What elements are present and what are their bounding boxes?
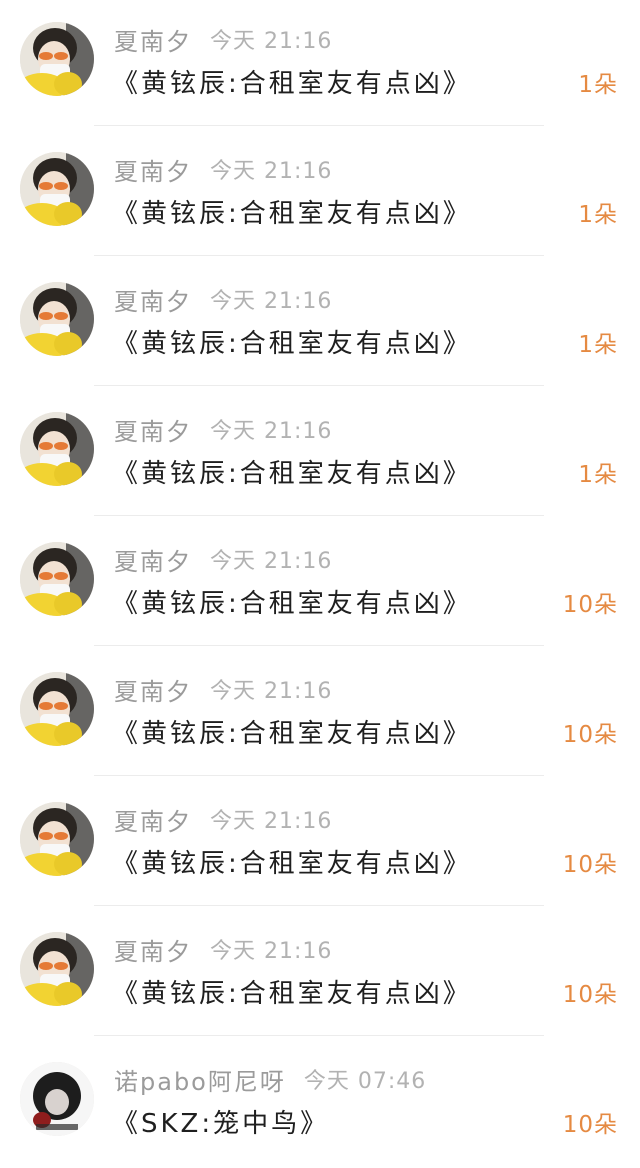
flower-count: 1朵 <box>578 72 618 98</box>
item-meta: 夏南夕 今天 21:16 <box>114 672 332 706</box>
avatar[interactable] <box>20 412 94 486</box>
list-item[interactable]: 夏南夕 今天 21:16 《黄铉辰:合租室友有点凶》 1朵 <box>0 0 640 130</box>
avatar[interactable] <box>20 152 94 226</box>
list-item[interactable]: 夏南夕 今天 21:16 《黄铉辰:合租室友有点凶》 1朵 <box>0 260 640 390</box>
reward-list: 夏南夕 今天 21:16 《黄铉辰:合租室友有点凶》 1朵 夏南夕 今天 21:… <box>0 0 640 1168</box>
username[interactable]: 夏南夕 <box>114 152 192 187</box>
book-title[interactable]: 《黄铉辰:合租室友有点凶》 <box>112 584 472 624</box>
list-item[interactable]: 夏南夕 今天 21:16 《黄铉辰:合租室友有点凶》 10朵 <box>0 780 640 910</box>
username[interactable]: 夏南夕 <box>114 802 192 837</box>
avatar[interactable] <box>20 672 94 746</box>
timestamp: 今天 07:46 <box>303 1069 427 1094</box>
avatar[interactable] <box>20 932 94 1006</box>
username[interactable]: 夏南夕 <box>114 672 192 707</box>
username[interactable]: 夏南夕 <box>114 412 192 447</box>
avatar[interactable] <box>20 802 94 876</box>
book-title[interactable]: 《黄铉辰:合租室友有点凶》 <box>112 454 472 494</box>
timestamp: 今天 21:16 <box>210 939 333 964</box>
book-title[interactable]: 《黄铉辰:合租室友有点凶》 <box>112 844 472 884</box>
avatar[interactable] <box>20 542 94 616</box>
item-meta: 夏南夕 今天 21:16 <box>114 152 332 186</box>
list-item[interactable]: 诺pabo阿尼呀 今天 07:46 《SKZ:笼中鸟》 10朵 <box>0 1040 640 1168</box>
timestamp: 今天 21:16 <box>210 809 333 834</box>
divider <box>94 255 544 256</box>
divider <box>94 385 544 386</box>
item-meta: 诺pabo阿尼呀 今天 07:46 <box>114 1062 426 1096</box>
list-item[interactable]: 夏南夕 今天 21:16 《黄铉辰:合租室友有点凶》 10朵 <box>0 650 640 780</box>
flower-count: 1朵 <box>578 202 618 228</box>
item-meta: 夏南夕 今天 21:16 <box>114 282 332 316</box>
flower-count: 10朵 <box>562 592 618 618</box>
flower-count: 10朵 <box>562 982 618 1008</box>
item-meta: 夏南夕 今天 21:16 <box>114 22 332 56</box>
flower-count: 1朵 <box>578 332 618 358</box>
list-item[interactable]: 夏南夕 今天 21:16 《黄铉辰:合租室友有点凶》 1朵 <box>0 130 640 260</box>
timestamp: 今天 21:16 <box>210 29 333 54</box>
timestamp: 今天 21:16 <box>210 549 333 574</box>
timestamp: 今天 21:16 <box>210 679 333 704</box>
divider <box>94 645 544 646</box>
flower-count: 1朵 <box>578 462 618 488</box>
flower-count: 10朵 <box>562 852 618 878</box>
book-title[interactable]: 《黄铉辰:合租室友有点凶》 <box>112 714 472 754</box>
item-meta: 夏南夕 今天 21:16 <box>114 802 332 836</box>
divider <box>94 125 544 126</box>
flower-count: 10朵 <box>562 722 618 748</box>
item-meta: 夏南夕 今天 21:16 <box>114 412 332 446</box>
divider <box>94 775 544 776</box>
username[interactable]: 夏南夕 <box>114 22 192 57</box>
username[interactable]: 夏南夕 <box>114 282 192 317</box>
list-item[interactable]: 夏南夕 今天 21:16 《黄铉辰:合租室友有点凶》 10朵 <box>0 520 640 650</box>
item-meta: 夏南夕 今天 21:16 <box>114 542 332 576</box>
book-title[interactable]: 《黄铉辰:合租室友有点凶》 <box>112 194 472 234</box>
timestamp: 今天 21:16 <box>210 419 333 444</box>
timestamp: 今天 21:16 <box>210 289 333 314</box>
book-title[interactable]: 《黄铉辰:合租室友有点凶》 <box>112 974 472 1014</box>
divider <box>94 905 544 906</box>
divider <box>94 1035 544 1036</box>
username[interactable]: 诺pabo阿尼呀 <box>114 1062 286 1097</box>
avatar[interactable] <box>20 282 94 356</box>
avatar[interactable] <box>20 1062 94 1136</box>
list-item[interactable]: 夏南夕 今天 21:16 《黄铉辰:合租室友有点凶》 10朵 <box>0 910 640 1040</box>
list-item[interactable]: 夏南夕 今天 21:16 《黄铉辰:合租室友有点凶》 1朵 <box>0 390 640 520</box>
flower-count: 10朵 <box>562 1112 618 1138</box>
book-title[interactable]: 《黄铉辰:合租室友有点凶》 <box>112 324 472 364</box>
username[interactable]: 夏南夕 <box>114 542 192 577</box>
divider <box>94 515 544 516</box>
timestamp: 今天 21:16 <box>210 159 333 184</box>
avatar[interactable] <box>20 22 94 96</box>
book-title[interactable]: 《黄铉辰:合租室友有点凶》 <box>112 64 472 104</box>
book-title[interactable]: 《SKZ:笼中鸟》 <box>112 1104 329 1144</box>
username[interactable]: 夏南夕 <box>114 932 192 967</box>
item-meta: 夏南夕 今天 21:16 <box>114 932 332 966</box>
